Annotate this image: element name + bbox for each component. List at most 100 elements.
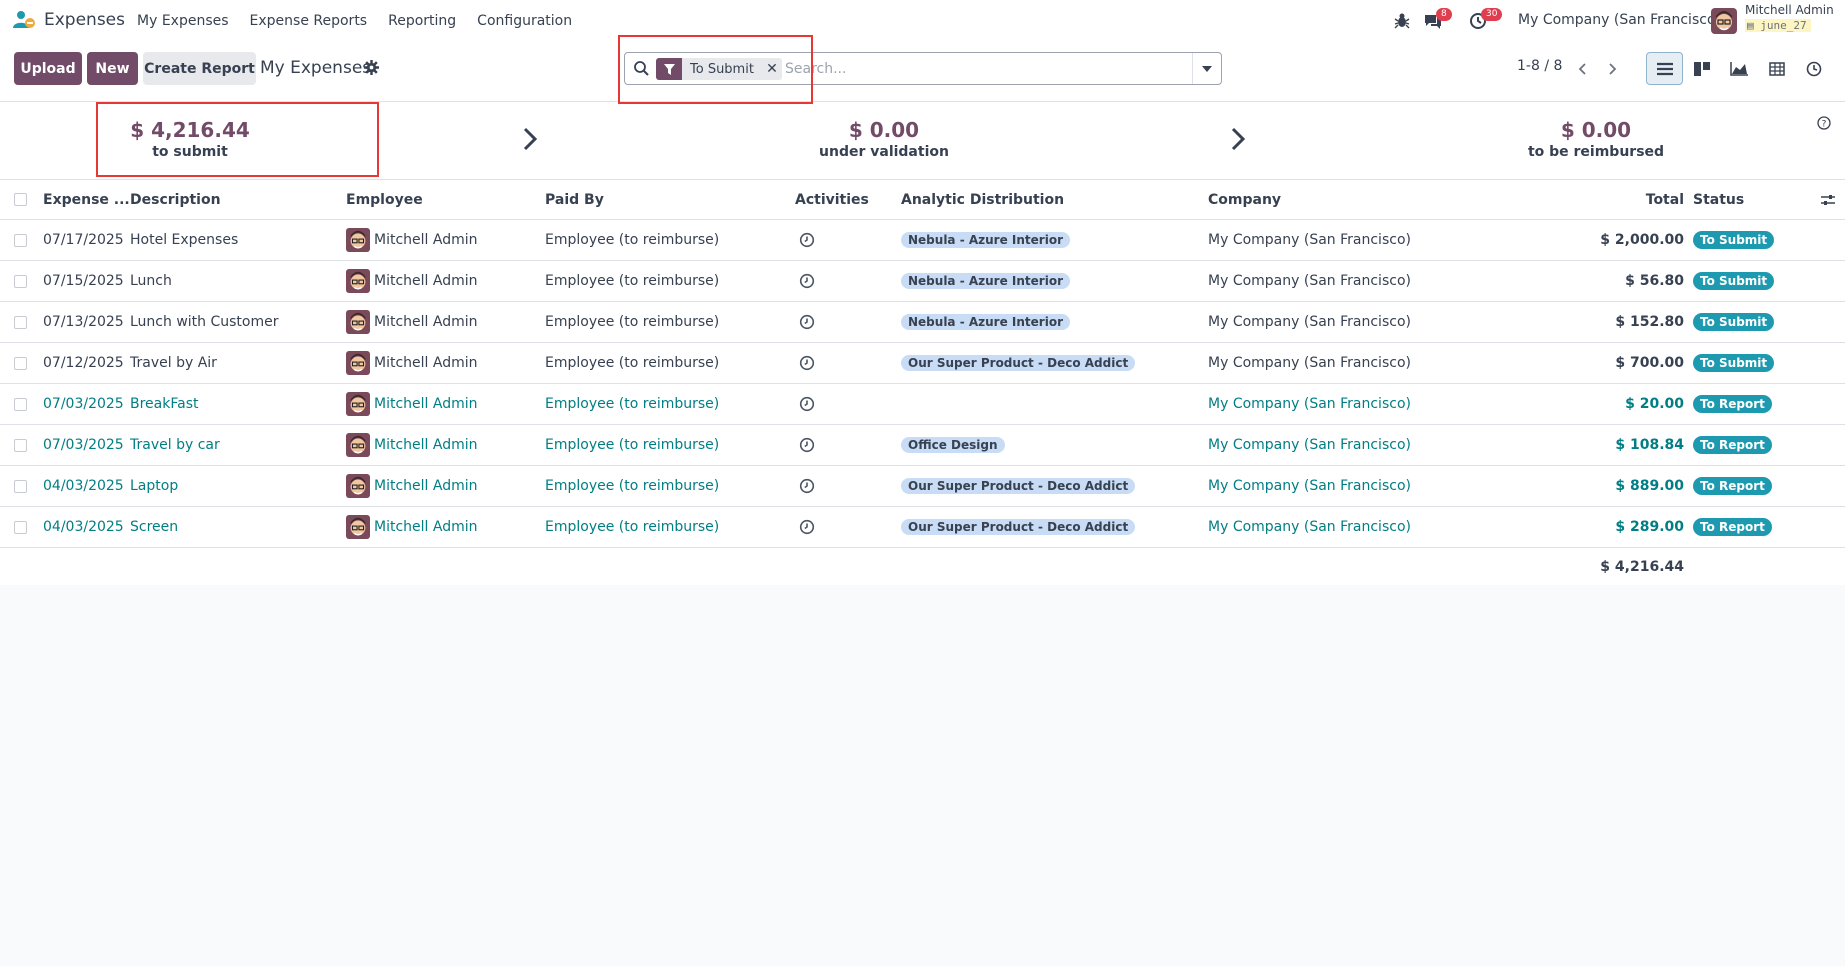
help-question-icon[interactable]: ? <box>1817 116 1831 130</box>
upload-button[interactable]: Upload <box>14 52 82 85</box>
row-checkbox[interactable] <box>14 356 27 370</box>
employee-name: Mitchell Admin <box>374 232 478 248</box>
list-icon <box>1656 62 1673 75</box>
app-name[interactable]: Expenses <box>44 10 125 30</box>
cell-analytic: Office Design <box>901 425 1005 465</box>
cell-activities <box>799 220 815 260</box>
row-select-cell <box>14 425 27 465</box>
column-header-date[interactable]: Expense ... <box>43 180 130 219</box>
filter-icon <box>656 58 682 80</box>
pager-next-button[interactable] <box>1598 52 1628 85</box>
pivot-view-button[interactable] <box>1758 52 1795 85</box>
control-panel: Upload New Create Report My Expenses To … <box>0 42 1845 102</box>
expenses-app-icon[interactable] <box>12 10 36 30</box>
status-badge: To Submit <box>1693 272 1775 290</box>
new-button[interactable]: New <box>87 52 138 85</box>
optional-columns-toggle[interactable] <box>1820 180 1836 219</box>
activity-clock-icon[interactable] <box>799 273 815 289</box>
area-chart-icon <box>1729 61 1748 76</box>
user-avatar-image <box>1711 8 1737 34</box>
pager-value[interactable]: 1-8 / 8 <box>1517 58 1562 74</box>
gear-icon[interactable] <box>364 60 379 75</box>
menu-my-expenses[interactable]: My Expenses <box>137 13 229 29</box>
activity-clock-icon[interactable] <box>799 396 815 412</box>
graph-view-button[interactable] <box>1720 52 1757 85</box>
cell-date: 07/03/2025 <box>43 437 124 453</box>
row-checkbox[interactable] <box>14 479 27 493</box>
table-body: 07/17/2025 Hotel Expenses Mitchell Admin… <box>0 220 1845 548</box>
activity-clock-icon[interactable] <box>799 437 815 453</box>
cell-company: My Company (San Francisco) <box>1208 232 1411 248</box>
activity-view-button[interactable] <box>1795 52 1832 85</box>
menu-configuration[interactable]: Configuration <box>477 13 572 29</box>
kanban-view-button[interactable] <box>1683 52 1720 85</box>
user-name[interactable]: Mitchell Admin <box>1745 3 1834 17</box>
column-header-employee[interactable]: Employee <box>346 180 423 219</box>
kanban-icon <box>1693 61 1710 76</box>
cell-date: 07/12/2025 <box>43 355 124 371</box>
table-row[interactable]: 04/03/2025 Laptop Mitchell Admin Employe… <box>0 466 1845 507</box>
grand-total: $ 4,216.44 <box>1600 559 1684 575</box>
table-row[interactable]: 07/13/2025 Lunch with Customer Mitchell … <box>0 302 1845 343</box>
column-header-company[interactable]: Company <box>1208 180 1281 219</box>
column-header-activities[interactable]: Activities <box>795 180 869 219</box>
summary-to-submit[interactable]: $ 4,216.44 to submit <box>60 118 320 160</box>
menu-expense-reports[interactable]: Expense Reports <box>250 13 368 29</box>
activity-clock-icon[interactable] <box>799 355 815 371</box>
cell-activities <box>799 466 815 506</box>
create-report-button[interactable]: Create Report <box>143 52 256 85</box>
search-facet: To Submit ✕ <box>656 58 782 80</box>
search-icon[interactable] <box>633 60 650 77</box>
menu-reporting[interactable]: Reporting <box>388 13 456 29</box>
search-options-toggle[interactable] <box>1192 53 1221 84</box>
cell-company: My Company (San Francisco) <box>1208 396 1411 412</box>
cell-employee: Mitchell Admin <box>346 466 478 506</box>
employee-avatar <box>346 351 370 375</box>
select-all-checkbox[interactable] <box>14 193 27 206</box>
table-row[interactable]: 07/03/2025 BreakFast Mitchell Admin Empl… <box>0 384 1845 425</box>
table-row[interactable]: 07/17/2025 Hotel Expenses Mitchell Admin… <box>0 220 1845 261</box>
chevron-right-icon <box>1609 62 1617 75</box>
row-checkbox[interactable] <box>14 520 27 534</box>
svg-text:?: ? <box>1822 120 1827 130</box>
cell-company: My Company (San Francisco) <box>1208 314 1411 330</box>
table-row[interactable]: 07/03/2025 Travel by car Mitchell Admin … <box>0 425 1845 466</box>
row-checkbox[interactable] <box>14 274 27 288</box>
search-bar[interactable]: To Submit ✕ <box>624 52 1222 85</box>
summary-under-validation[interactable]: $ 0.00 under validation <box>754 118 1014 160</box>
summary-to-be-reimbursed[interactable]: $ 0.00 to be reimbursed <box>1466 118 1726 160</box>
table-row[interactable]: 04/03/2025 Screen Mitchell Admin Employe… <box>0 507 1845 548</box>
main-menu: My Expenses Expense Reports Reporting Co… <box>137 0 572 42</box>
row-checkbox[interactable] <box>14 233 27 247</box>
row-checkbox[interactable] <box>14 397 27 411</box>
employee-avatar <box>346 392 370 416</box>
row-checkbox[interactable] <box>14 315 27 329</box>
employee-name: Mitchell Admin <box>374 519 478 535</box>
activity-clock-icon[interactable] <box>799 478 815 494</box>
company-switcher[interactable]: My Company (San Francisco) <box>1518 12 1721 28</box>
debug-bug-icon[interactable] <box>1392 11 1412 31</box>
cell-date: 04/03/2025 <box>43 478 124 494</box>
row-checkbox[interactable] <box>14 438 27 452</box>
column-header-status[interactable]: Status <box>1693 180 1744 219</box>
activity-clock-icon[interactable] <box>799 519 815 535</box>
table-row[interactable]: 07/12/2025 Travel by Air Mitchell Admin … <box>0 343 1845 384</box>
cell-company: My Company (San Francisco) <box>1208 478 1411 494</box>
employee-avatar <box>346 310 370 334</box>
user-avatar[interactable] <box>1711 8 1737 34</box>
pager-previous-button[interactable] <box>1567 52 1597 85</box>
summary-amount: $ 4,216.44 <box>130 118 250 142</box>
column-header-analytic[interactable]: Analytic Distribution <box>901 180 1064 219</box>
activity-clock-icon[interactable] <box>799 232 815 248</box>
column-header-paid-by[interactable]: Paid By <box>545 180 604 219</box>
table-row[interactable]: 07/15/2025 Lunch Mitchell Admin Employee… <box>0 261 1845 302</box>
column-header-description[interactable]: Description <box>130 180 221 219</box>
cell-paid-by: Employee (to reimburse) <box>545 273 720 289</box>
list-view-button[interactable] <box>1646 52 1683 85</box>
activities-count-badge: 30 <box>1481 8 1503 21</box>
cell-activities <box>799 343 815 383</box>
search-input[interactable] <box>785 57 1145 81</box>
facet-remove-icon[interactable]: ✕ <box>762 61 782 77</box>
activity-clock-icon[interactable] <box>799 314 815 330</box>
column-header-total[interactable]: Total <box>1530 180 1684 219</box>
